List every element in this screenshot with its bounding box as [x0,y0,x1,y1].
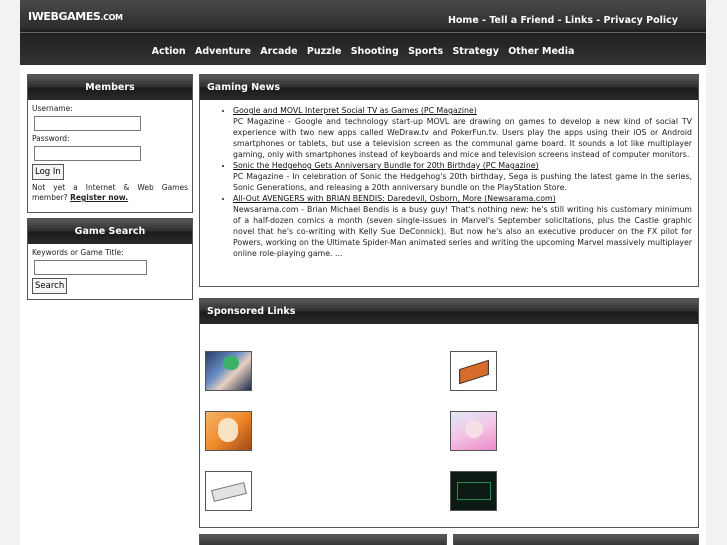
password-input[interactable] [34,146,141,161]
page-container: IWEBGAMES.COM Home - Tell a Friend - Lin… [20,0,706,545]
character-hair-shape [223,356,239,370]
sponsored-thumbnail-keyboard[interactable] [205,471,252,511]
site-logo[interactable]: IWEBGAMES.COM [28,10,123,23]
register-prompt: Not yet a Internet & Web Games member? R… [32,183,188,203]
bottom-right-panel-header [454,535,698,545]
sponsored-links-title: Sponsored Links [200,299,698,324]
bottom-left-panel-header [200,535,446,545]
character-face-shape [218,418,238,442]
news-summary: PC Magazine - In celebration of Sonic th… [233,172,692,192]
character-face-shape [465,420,483,438]
news-summary: PC Magazine - Google and technology star… [233,117,692,159]
game-search-panel: Game Search Keywords or Game Title: Sear… [27,218,193,300]
category-link-strategy[interactable]: Strategy [452,46,498,57]
nav-link-links[interactable]: Links [565,15,593,26]
keyboard-shape [211,482,247,502]
bottom-left-panel [199,534,447,545]
sponsored-thumbnail-anime-girl[interactable] [205,351,252,391]
news-headline-link[interactable]: All-Out AVENGERS with BRIAN BENDIS: Dare… [233,194,556,203]
members-panel: Members Username: Password: Log In Not y… [27,74,193,213]
login-form: Username: Password: Log In Not yet a Int… [28,100,192,207]
category-link-arcade[interactable]: Arcade [260,46,297,57]
sponsored-links-panel: Sponsored Links [199,298,699,528]
news-item: Sonic the Hedgehog Gets Anniversary Bund… [233,160,692,193]
search-input[interactable] [34,260,147,275]
news-summary: Newsarama.com - Brian Michael Bendis is … [233,205,692,258]
register-link[interactable]: Register now. [70,193,128,202]
nav-separator: - [554,15,565,26]
news-item: All-Out AVENGERS with BRIAN BENDIS: Dare… [233,193,692,259]
nav-separator: - [478,15,490,26]
members-title: Members [28,75,192,100]
sponsored-thumbnail-game-screen[interactable] [450,471,497,511]
news-list: Google and MOVL Interpret Social TV as G… [200,100,698,259]
news-item: Google and MOVL Interpret Social TV as G… [233,105,692,160]
news-list-container: Google and MOVL Interpret Social TV as G… [200,100,698,259]
gaming-news-panel: Gaming News Google and MOVL Interpret So… [199,74,699,287]
password-label: Password: [32,134,70,143]
category-link-puzzle[interactable]: Puzzle [307,46,341,57]
device-shape [459,359,489,385]
bottom-right-panel [453,534,699,545]
login-button[interactable]: Log In [32,164,64,180]
sponsored-thumbnail-device[interactable] [450,351,497,391]
sponsored-thumbnail-anime-character[interactable] [205,411,252,451]
top-navigation: Home - Tell a Friend - Links - Privacy P… [448,15,678,26]
logo-suffix-text: .COM [100,13,123,22]
username-input[interactable] [34,116,141,131]
search-field-label: Keywords or Game Title: [32,248,124,257]
search-button[interactable]: Search [32,278,68,294]
header-divider [20,32,706,33]
username-label: Username: [32,104,73,113]
sponsored-thumbnail-pink-character[interactable] [450,411,497,451]
search-form: Keywords or Game Title: Search [28,244,192,298]
nav-link-home[interactable]: Home [448,15,479,26]
gaming-news-title: Gaming News [200,75,698,100]
category-navigation: Action Adventure Arcade Puzzle Shooting … [20,46,706,57]
news-headline-link[interactable]: Sonic the Hedgehog Gets Anniversary Bund… [233,161,539,170]
logo-main-text: IWEBGAMES [28,10,101,23]
category-link-sports[interactable]: Sports [408,46,443,57]
game-search-title: Game Search [28,219,192,244]
category-link-shooting[interactable]: Shooting [351,46,399,57]
category-link-action[interactable]: Action [152,46,186,57]
category-link-other-media[interactable]: Other Media [508,46,574,57]
site-header: IWEBGAMES.COM Home - Tell a Friend - Lin… [20,0,706,65]
category-link-adventure[interactable]: Adventure [195,46,251,57]
game-screen-frame [457,482,491,500]
news-headline-link[interactable]: Google and MOVL Interpret Social TV as G… [233,106,477,115]
nav-link-tell-a-friend[interactable]: Tell a Friend [489,15,554,26]
nav-separator: - [592,15,604,26]
nav-link-privacy-policy[interactable]: Privacy Policy [604,15,678,26]
